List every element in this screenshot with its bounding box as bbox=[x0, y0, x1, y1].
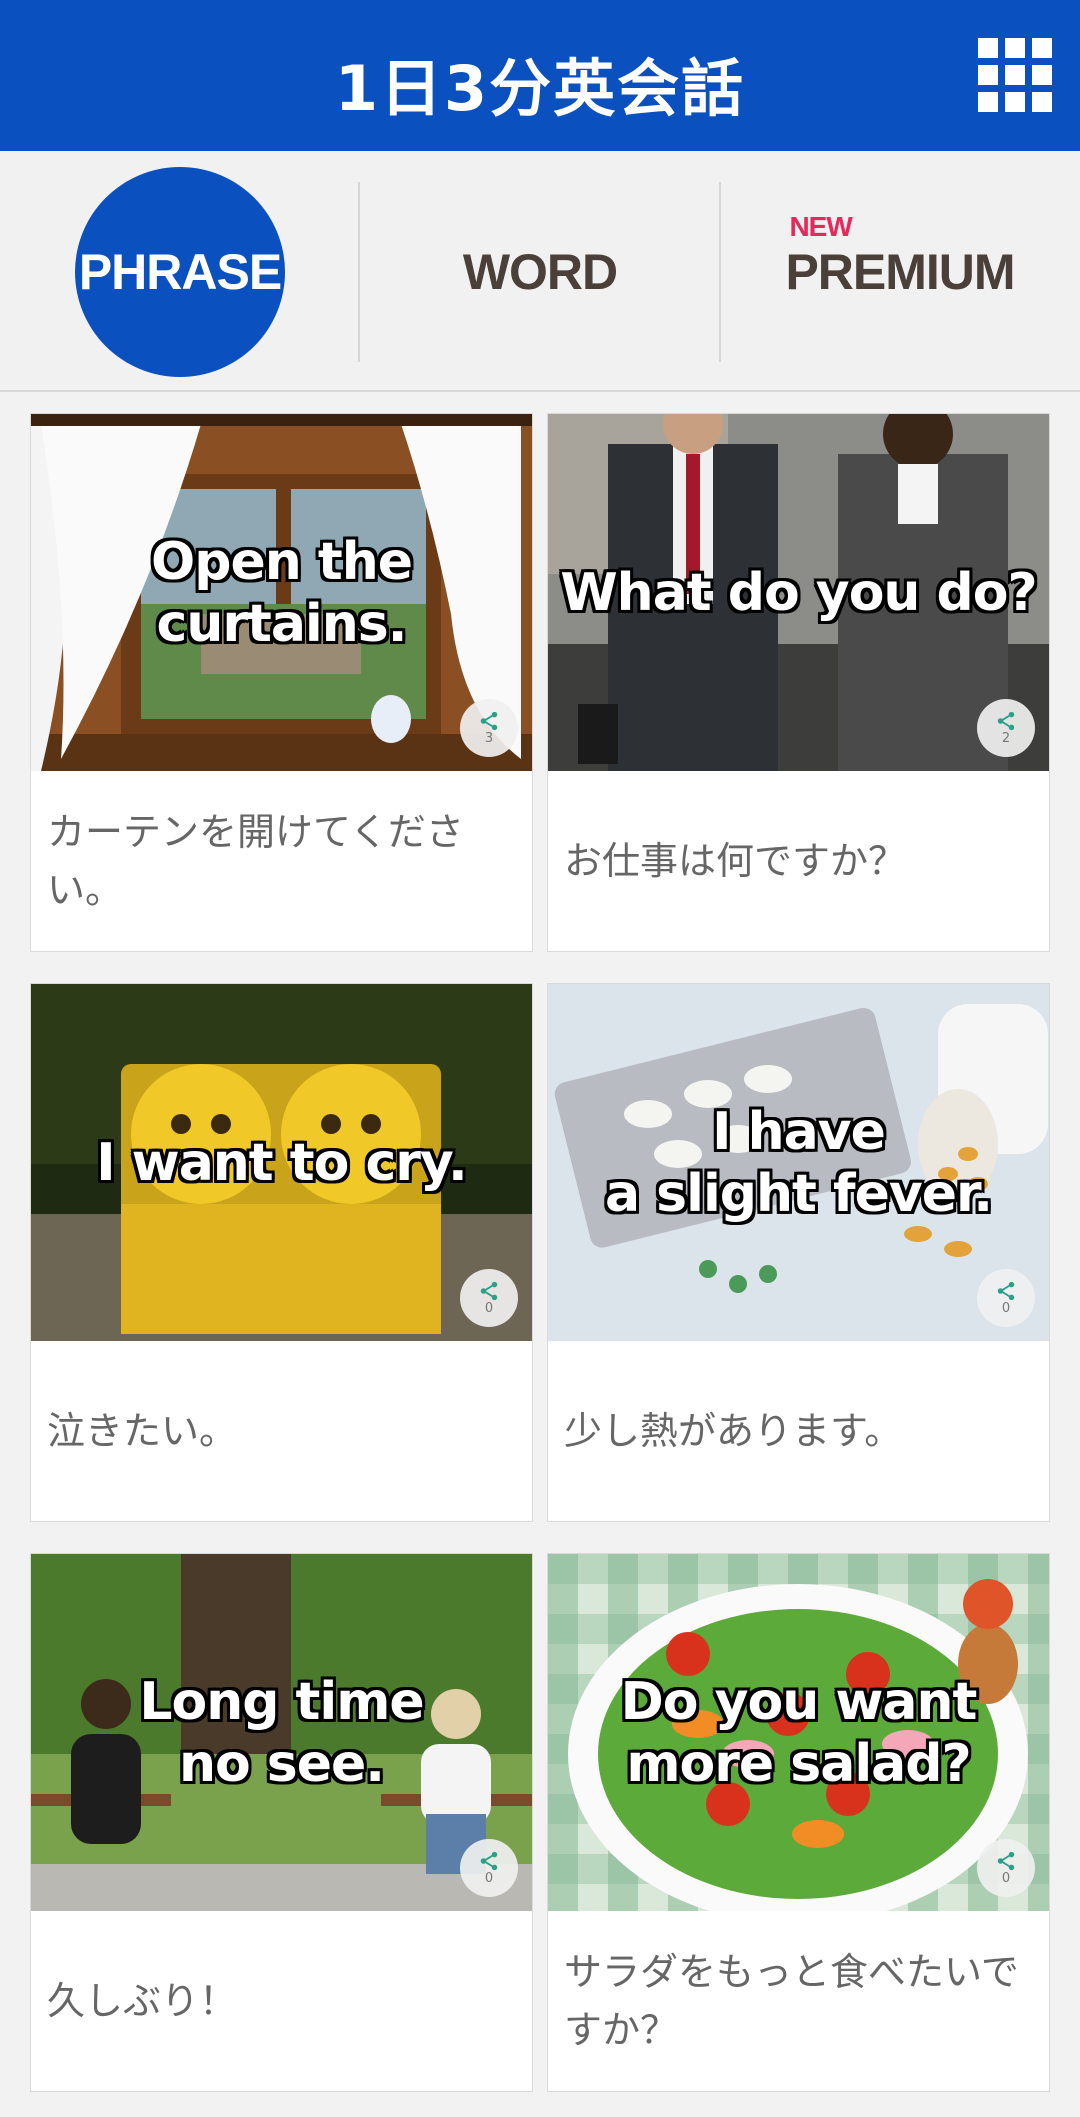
phrase-japanese: 久しぶり！ bbox=[47, 1979, 238, 2023]
share-button[interactable]: 0 bbox=[460, 1839, 518, 1897]
share-icon bbox=[997, 1851, 1015, 1871]
phrase-japanese: お仕事は何ですか？ bbox=[564, 839, 907, 883]
share-button[interactable]: 0 bbox=[460, 1269, 518, 1327]
phrase-image: Open the curtains. 3 bbox=[31, 414, 532, 771]
phrase-japanese: カーテンを開けてください。 bbox=[47, 810, 464, 912]
tab-premium[interactable]: NEW PREMIUM bbox=[720, 151, 1080, 392]
phrase-english: What do you do? bbox=[560, 562, 1037, 623]
phrase-card[interactable]: I want to cry. 0 泣きたい。 bbox=[30, 983, 533, 1522]
phrase-japanese: サラダをもっと食べたいですか？ bbox=[564, 1950, 1019, 2052]
share-count: 3 bbox=[484, 731, 494, 746]
share-count: 0 bbox=[484, 1871, 494, 1886]
share-count: 2 bbox=[1001, 731, 1011, 746]
share-icon bbox=[480, 1851, 498, 1871]
share-icon bbox=[997, 711, 1015, 731]
phrase-english: Do you want more salad? bbox=[620, 1671, 978, 1794]
share-icon bbox=[480, 1281, 498, 1301]
phrase-card[interactable]: Long time no see. 0 久しぶり！ bbox=[30, 1553, 533, 2092]
share-button[interactable]: 0 bbox=[977, 1269, 1035, 1327]
phrase-card[interactable]: I have a slight fever. 0 少し熱があります。 bbox=[547, 983, 1050, 1522]
phrase-english: I want to cry. bbox=[96, 1132, 468, 1193]
share-button[interactable]: 2 bbox=[977, 699, 1035, 757]
phrase-english: Long time no see. bbox=[139, 1671, 424, 1794]
phrase-english: Open the curtains. bbox=[151, 531, 413, 654]
share-count: 0 bbox=[484, 1301, 494, 1316]
phrase-image: What do you do? 2 bbox=[548, 414, 1049, 771]
share-icon bbox=[997, 1281, 1015, 1301]
share-button[interactable]: 3 bbox=[460, 699, 518, 757]
phrase-english: I have a slight fever. bbox=[604, 1101, 993, 1224]
app-title: 1日3分英会話 bbox=[334, 52, 746, 125]
phrase-image: Long time no see. 0 bbox=[31, 1554, 532, 1911]
share-button[interactable]: 0 bbox=[977, 1839, 1035, 1897]
phrase-card[interactable]: Do you want more salad? 0 サラダをもっと食べたいですか… bbox=[547, 1553, 1050, 2092]
phrase-image: Do you want more salad? 0 bbox=[548, 1554, 1049, 1911]
new-badge: NEW bbox=[789, 210, 852, 242]
phrase-card[interactable]: Open the curtains. 3 カーテンを開けてください。 bbox=[30, 413, 533, 952]
category-tabs: PHRASE WORD NEW PREMIUM bbox=[0, 151, 1080, 392]
tab-word-label: WORD bbox=[462, 243, 618, 300]
tab-word[interactable]: WORD bbox=[360, 151, 720, 392]
tab-phrase[interactable]: PHRASE bbox=[0, 151, 360, 392]
phrase-card[interactable]: What do you do? 2 お仕事は何ですか？ bbox=[547, 413, 1050, 952]
phrase-japanese: 少し熱があります。 bbox=[564, 1409, 903, 1453]
tab-premium-label: PREMIUM bbox=[785, 243, 1015, 300]
grid-menu-icon[interactable] bbox=[978, 38, 1052, 112]
phrase-image: I want to cry. 0 bbox=[31, 984, 532, 1341]
share-count: 0 bbox=[1001, 1301, 1011, 1316]
phrase-image: I have a slight fever. 0 bbox=[548, 984, 1049, 1341]
share-count: 0 bbox=[1001, 1871, 1011, 1886]
app-header: 1日3分英会話 bbox=[0, 0, 1080, 151]
share-icon bbox=[480, 711, 498, 731]
phrase-japanese: 泣きたい。 bbox=[47, 1409, 238, 1453]
tab-phrase-label: PHRASE bbox=[75, 166, 285, 377]
